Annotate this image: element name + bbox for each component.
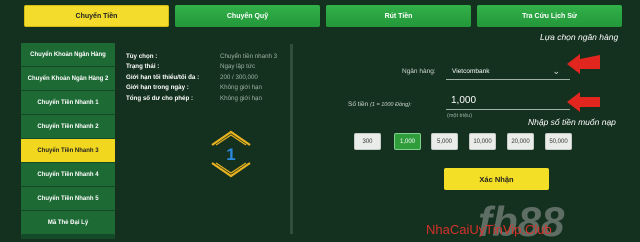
sidebar: Chuyển Khoản Ngân Hàng Chuyển Khoản Ngân… — [21, 43, 115, 239]
info-row: Trạng thái : Ngay lập tức — [126, 63, 296, 73]
info-key: Tổng số dư cho phép : — [126, 95, 194, 102]
bank-label: Ngân hàng: — [402, 68, 436, 75]
info-value: Ngay lập tức — [220, 63, 256, 70]
amount-input[interactable] — [446, 92, 570, 110]
quick-amount-5000[interactable]: 5,000 — [431, 133, 458, 150]
sidebar-item-fast-transfer-3[interactable]: Chuyển Tiền Nhanh 3 — [21, 139, 115, 162]
sidebar-item-fast-transfer-4[interactable]: Chuyển Tiền Nhanh 4 — [21, 163, 115, 186]
step-number: 1 — [226, 145, 235, 164]
tab-chuyen-tien[interactable]: Chuyển Tiền — [24, 5, 169, 27]
bank-selected-value: Vietcombank — [452, 68, 490, 75]
step-badge: 1 — [206, 129, 256, 179]
amount-label: Số tiền (1 = 1000 Đồng): — [348, 101, 412, 108]
watermark-site: NhaCaiUyTinVip.Club — [426, 222, 552, 237]
tab-rut-tien[interactable]: Rút Tiền — [326, 5, 471, 27]
info-value: Chuyển tiền nhanh 3 — [220, 53, 278, 60]
amount-words-hint: (một triệu) — [447, 113, 473, 119]
bank-select[interactable]: Vietcombank ⌄ — [446, 62, 570, 80]
info-key: Tùy chọn : — [126, 53, 158, 60]
info-row: Giới hạn tối thiểu/tối đa : 200 / 300,00… — [126, 74, 296, 84]
sidebar-item-bank-transfer[interactable]: Chuyển Khoản Ngân Hàng — [21, 43, 115, 66]
amount-unit-note: (1 = 1000 Đồng): — [370, 102, 412, 108]
info-key: Giới hạn trong ngày : — [126, 84, 189, 91]
tab-chuyen-quy[interactable]: Chuyển Quỹ — [175, 5, 320, 27]
info-value: Không giới hạn — [220, 84, 262, 91]
info-row: Tổng số dư cho phép : Không giới hạn — [126, 95, 296, 105]
info-row: Tùy chọn : Chuyển tiền nhanh 3 — [126, 53, 296, 63]
quick-amount-1000[interactable]: 1,000 — [394, 133, 421, 150]
tab-tra-cuu-lich-su[interactable]: Tra Cứu Lịch Sử — [477, 5, 622, 27]
red-arrow-left-icon — [567, 54, 600, 74]
info-key: Giới hạn tối thiểu/tối đa : — [126, 74, 200, 81]
step-chevron-icon: 1 — [211, 130, 251, 178]
quick-amount-50000[interactable]: 50,000 — [545, 133, 572, 150]
chevron-down-icon: ⌄ — [552, 66, 560, 76]
amount-annotation: Nhập số tiền muốn nạp — [528, 117, 616, 127]
confirm-button[interactable]: Xác Nhận — [444, 168, 549, 190]
info-key: Trạng thái : — [126, 63, 160, 70]
sidebar-item-bank-transfer-2[interactable]: Chuyển Khoản Ngân Hàng 2 — [21, 67, 115, 90]
quick-amount-300[interactable]: 300 — [354, 133, 381, 150]
bank-annotation: Lựa chọn ngân hàng — [540, 32, 619, 42]
sidebar-item-agent-card-code[interactable]: Mã Thẻ Đại Lý — [21, 211, 115, 234]
sidebar-item-fast-transfer-5[interactable]: Chuyển Tiền Nhanh 5 — [21, 187, 115, 210]
info-value: Không giới hạn — [220, 95, 262, 102]
red-arrow-left-icon — [567, 92, 600, 112]
sidebar-item-fast-transfer-2[interactable]: Chuyển Tiền Nhanh 2 — [21, 115, 115, 138]
amount-label-text: Số tiền — [348, 101, 369, 108]
quick-amount-20000[interactable]: 20,000 — [507, 133, 534, 150]
info-row: Giới hạn trong ngày : Không giới hạn — [126, 84, 296, 94]
vertical-divider — [290, 44, 293, 234]
top-tabs: Chuyển Tiền Chuyển Quỹ Rút Tiền Tra Cứu … — [0, 0, 640, 36]
info-value: 200 / 300,000 — [220, 74, 258, 81]
sidebar-item-fast-transfer-1[interactable]: Chuyển Tiền Nhanh 1 — [21, 91, 115, 114]
quick-amount-10000[interactable]: 10,000 — [469, 133, 496, 150]
